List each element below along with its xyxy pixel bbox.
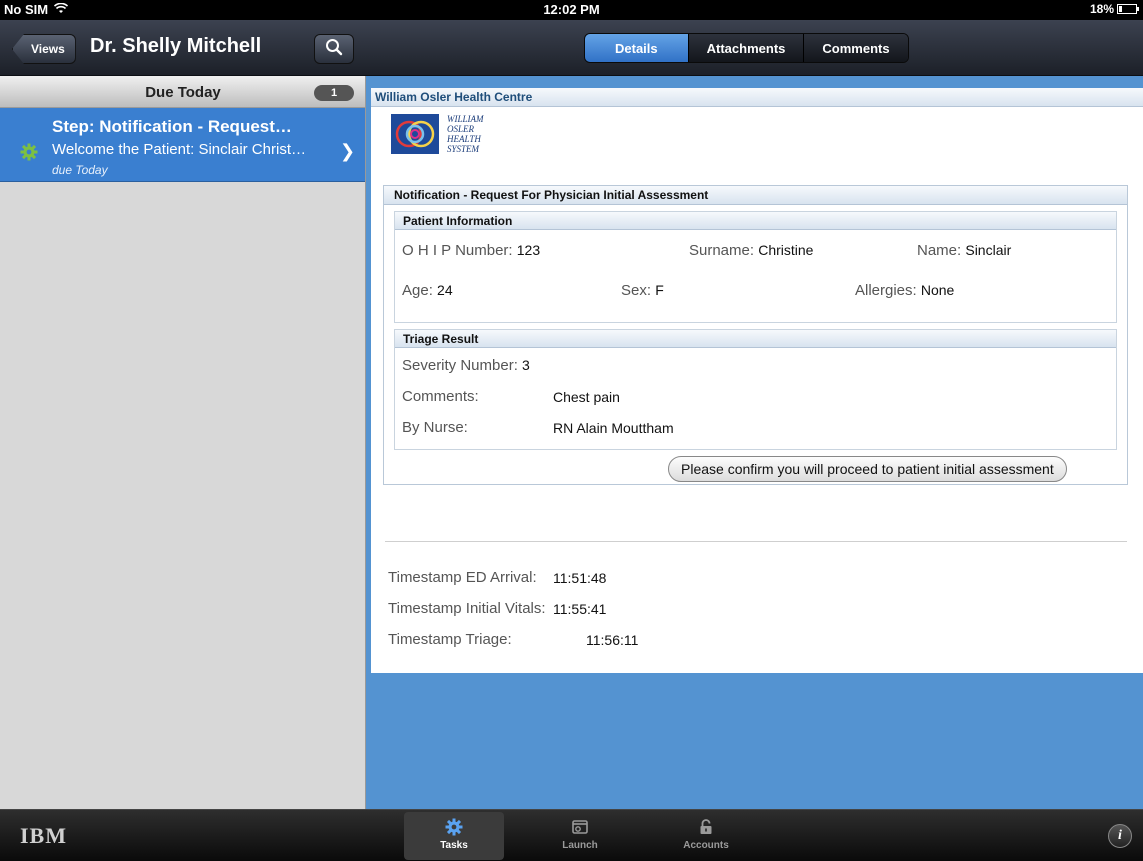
- battery-percent: 18%: [1089, 2, 1114, 16]
- age-field: Age: 24: [402, 282, 453, 299]
- task-list-item[interactable]: Step: Notification - Request… Welcome th…: [0, 108, 365, 182]
- nav-title: Dr. Shelly Mitchell: [90, 35, 262, 57]
- patient-info-title: Patient Information: [395, 212, 1116, 230]
- task-subtitle: Welcome the Patient: Sinclair Christ…: [52, 141, 306, 158]
- ohip-field: O H I P Number: 123: [402, 242, 541, 259]
- nurse-value: RN Alain Mouttham: [553, 420, 674, 436]
- form-title: Notification - Request For Physician Ini…: [384, 186, 1127, 205]
- launch-icon: [530, 812, 630, 840]
- task-title: Step: Notification - Request…: [52, 117, 292, 136]
- tab-details[interactable]: Details: [585, 34, 689, 62]
- tab-comments[interactable]: Comments: [804, 34, 908, 62]
- notification-form: Notification - Request For Physician Ini…: [383, 185, 1128, 485]
- left-nav-bar: Views Dr. Shelly Mitchell: [0, 20, 366, 76]
- name-field: Name: Sinclair: [917, 242, 1012, 259]
- lock-icon: [656, 812, 756, 840]
- section-header: Due Today 1: [0, 76, 365, 108]
- org-logo: WILLIAM OSLER HEALTH SYSTEM: [391, 114, 484, 159]
- status-right: 18%: [1089, 2, 1139, 16]
- ibm-logo: IBM: [20, 823, 67, 848]
- divider: [385, 541, 1127, 542]
- status-time: 12:02 PM: [543, 2, 600, 17]
- battery-icon: [1117, 4, 1139, 14]
- triage-title: Triage Result: [395, 330, 1116, 348]
- comments-value: Chest pain: [553, 389, 620, 405]
- tab-accounts[interactable]: Accounts: [656, 812, 756, 860]
- section-title: Due Today: [145, 84, 221, 101]
- logo-rings-icon: [391, 114, 439, 159]
- allergies-field: Allergies: None: [855, 282, 955, 299]
- gear-icon: [404, 812, 504, 840]
- task-due: due Today: [52, 163, 108, 177]
- confirm-assessment-button[interactable]: Please confirm you will proceed to patie…: [668, 456, 1067, 482]
- surname-field: Surname: Christine: [689, 242, 814, 259]
- triage-group: Triage Result Severity Number: 3 Comment…: [394, 329, 1117, 450]
- search-button[interactable]: [314, 34, 354, 64]
- timestamp-triage: Timestamp Triage: 11:56:11: [388, 631, 639, 648]
- gear-icon: [20, 143, 38, 166]
- tab-launch[interactable]: Launch: [530, 812, 630, 860]
- timestamp-initial-vitals: Timestamp Initial Vitals: 11:55:41: [388, 600, 607, 617]
- org-header: William Osler Health Centre: [371, 88, 1143, 107]
- views-back-button[interactable]: Views: [12, 34, 76, 64]
- status-bar: No SIM 12:02 PM 18%: [0, 0, 1143, 20]
- timestamp-ed-arrival: Timestamp ED Arrival: 11:51:48: [388, 569, 607, 586]
- sex-field: Sex: F: [621, 282, 664, 299]
- severity-field: Severity Number: 3: [402, 357, 530, 374]
- chevron-right-icon: ❯: [340, 141, 356, 161]
- search-icon: [325, 38, 343, 61]
- info-button[interactable]: i: [1108, 824, 1132, 848]
- patient-info-group: Patient Information O H I P Number: 123 …: [394, 211, 1117, 323]
- org-name: William Osler Health Centre: [375, 90, 533, 104]
- comments-label: Comments:: [402, 388, 479, 405]
- tab-tasks[interactable]: Tasks: [404, 812, 504, 860]
- bottom-tab-bar: IBM Tasks Launch Accounts i: [0, 809, 1143, 861]
- section-count-badge: 1: [314, 85, 354, 101]
- segmented-tabs: Details Attachments Comments: [584, 33, 909, 63]
- detail-document: William Osler Health Centre WILLIAM OSLE…: [371, 88, 1143, 673]
- nurse-label: By Nurse:: [402, 419, 468, 436]
- logo-text: WILLIAM OSLER HEALTH SYSTEM: [447, 114, 484, 154]
- tab-attachments[interactable]: Attachments: [688, 34, 805, 62]
- right-nav-bar: Details Attachments Comments: [366, 20, 1143, 76]
- task-list-panel: Due Today 1 Step: Notification - Request…: [0, 76, 366, 809]
